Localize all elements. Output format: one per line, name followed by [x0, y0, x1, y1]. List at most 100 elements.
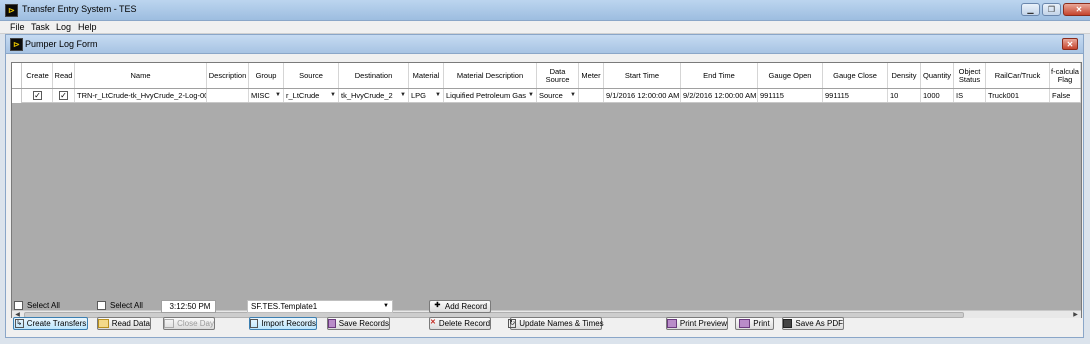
menu-help[interactable]: Help	[78, 22, 97, 32]
menu-log[interactable]: Log	[56, 22, 71, 32]
dropdown-arrow-icon[interactable]: ▼	[434, 89, 442, 102]
read-data-button[interactable]: Read Data	[97, 317, 151, 330]
update-names-label: Update Names & Times	[519, 319, 604, 328]
material-description-value: Liquified Petroleum Gas	[446, 91, 527, 100]
update-icon: ↻	[508, 319, 517, 328]
create-transfers-button[interactable]: ↳ Create Transfers	[13, 317, 88, 330]
col-header-flag[interactable]: f-calcula Flag	[1050, 63, 1081, 88]
col-header-name[interactable]: Name	[75, 63, 207, 88]
col-header-end-time[interactable]: End Time	[681, 63, 758, 88]
scroll-right-icon[interactable]: ▶	[1071, 311, 1080, 319]
save-records-icon	[328, 319, 336, 328]
cell-create[interactable]: ✓	[23, 89, 53, 102]
row-selector[interactable]	[12, 89, 22, 103]
col-header-railcar-truck[interactable]: RailCar/Truck	[986, 63, 1050, 88]
window-title: Transfer Entry System - TES	[22, 4, 137, 14]
import-records-button[interactable]: Import Records	[249, 317, 317, 330]
save-as-pdf-button[interactable]: Save As PDF	[782, 317, 844, 330]
log-data-grid[interactable]: Create Read Name Description Group Sourc…	[11, 62, 1082, 318]
cell-description[interactable]	[207, 89, 249, 102]
cell-material-description[interactable]: Liquified Petroleum Gas ▼	[444, 89, 537, 102]
col-header-source[interactable]: Source	[284, 63, 339, 88]
col-header-read[interactable]: Read	[53, 63, 75, 88]
cell-destination[interactable]: tk_HvyCrude_2 ▼	[339, 89, 409, 102]
col-header-gauge-close[interactable]: Gauge Close	[823, 63, 888, 88]
child-titlebar: ⊳ Pumper Log Form ✕	[6, 35, 1083, 54]
col-header-create[interactable]: Create	[23, 63, 53, 88]
cell-data-source[interactable]: Source ▼	[537, 89, 579, 102]
dropdown-arrow-icon[interactable]: ▼	[399, 89, 407, 102]
cell-meter[interactable]	[579, 89, 604, 102]
col-header-meter[interactable]: Meter	[579, 63, 604, 88]
chevron-down-icon[interactable]: ▼	[383, 301, 389, 312]
create-checkbox[interactable]: ✓	[33, 91, 42, 100]
cell-start-time[interactable]: 9/1/2016 12:00:00 AM	[604, 89, 681, 102]
col-header-gauge-open[interactable]: Gauge Open	[758, 63, 823, 88]
minimize-icon[interactable]: ▁	[1021, 3, 1040, 16]
col-header-destination[interactable]: Destination	[339, 63, 409, 88]
read-checkbox[interactable]: ✓	[59, 91, 68, 100]
child-close-icon[interactable]: ✕	[1062, 38, 1078, 50]
select-all-create[interactable]: Select All	[14, 301, 60, 310]
col-header-start-time[interactable]: Start Time	[604, 63, 681, 88]
cell-flag[interactable]: False	[1050, 89, 1081, 102]
select-all-read[interactable]: Select All	[97, 301, 143, 310]
group-value: MISC	[251, 91, 270, 100]
cell-object-status[interactable]: IS	[954, 89, 986, 102]
cell-quantity[interactable]: 1000	[921, 89, 954, 102]
add-record-button[interactable]: ✚ Add Record	[429, 300, 491, 313]
cell-name[interactable]: TRN-r_LtCrude-tk_HvyCrude_2-Log-001	[75, 89, 207, 102]
col-header-material[interactable]: Material	[409, 63, 444, 88]
time-field[interactable]: 3:12:50 PM	[161, 300, 216, 313]
material-value: LPG	[411, 91, 427, 100]
close-day-icon	[164, 319, 175, 328]
cell-group[interactable]: MISC ▼	[249, 89, 284, 102]
save-pdf-label: Save As PDF	[795, 319, 843, 328]
add-record-label: Add Record	[444, 302, 488, 311]
select-all-create-checkbox[interactable]	[14, 301, 23, 310]
col-header-group[interactable]: Group	[249, 63, 284, 88]
dropdown-arrow-icon[interactable]: ▼	[274, 89, 282, 102]
select-all-read-label: Select All	[110, 301, 143, 310]
create-transfers-label: Create Transfers	[26, 319, 87, 328]
window-titlebar: ⊳ Transfer Entry System - TES ▁ ❐ ✕	[0, 0, 1090, 21]
cell-density[interactable]: 10	[888, 89, 921, 102]
table-row[interactable]: ✓ ✓ TRN-r_LtCrude-tk_HvyCrude_2-Log-001 …	[12, 89, 1081, 103]
close-day-button[interactable]: Close Day	[163, 317, 215, 330]
delete-record-button[interactable]: ✕ Delete Record	[429, 317, 491, 330]
col-header-material-description[interactable]: Material Description	[444, 63, 537, 88]
close-day-label: Close Day	[177, 319, 214, 328]
close-icon[interactable]: ✕	[1063, 3, 1090, 16]
template-select[interactable]: SF.TES.Template1 ▼	[247, 300, 393, 313]
menu-task[interactable]: Task	[31, 22, 50, 32]
dropdown-arrow-icon[interactable]: ▼	[527, 89, 535, 102]
print-preview-button[interactable]: Print Preview	[666, 317, 728, 330]
cell-gauge-open[interactable]: 991115	[758, 89, 823, 102]
delete-record-label: Delete Record	[438, 319, 491, 328]
grid-corner-cell	[12, 63, 22, 88]
cell-railcar-truck[interactable]: Truck001	[986, 89, 1050, 102]
read-data-label: Read Data	[111, 319, 150, 328]
cell-read[interactable]: ✓	[53, 89, 75, 102]
col-header-data-source[interactable]: Data Source	[537, 63, 579, 88]
select-all-read-checkbox[interactable]	[97, 301, 106, 310]
print-preview-label: Print Preview	[679, 319, 727, 328]
cell-source[interactable]: r_LtCrude ▼	[284, 89, 339, 102]
read-data-icon	[98, 319, 109, 328]
dropdown-arrow-icon[interactable]: ▼	[329, 89, 337, 102]
col-header-description[interactable]: Description	[207, 63, 249, 88]
maximize-icon[interactable]: ❐	[1042, 3, 1061, 16]
cell-gauge-close[interactable]: 991115	[823, 89, 888, 102]
print-button[interactable]: Print	[735, 317, 774, 330]
col-header-quantity[interactable]: Quantity	[921, 63, 954, 88]
col-header-density[interactable]: Density	[888, 63, 921, 88]
menu-file[interactable]: File	[10, 22, 25, 32]
cell-end-time[interactable]: 9/2/2016 12:00:00 AM	[681, 89, 758, 102]
col-header-object-status[interactable]: Object Status	[954, 63, 986, 88]
grid-header: Create Read Name Description Group Sourc…	[12, 63, 1081, 89]
cell-material[interactable]: LPG ▼	[409, 89, 444, 102]
dropdown-arrow-icon[interactable]: ▼	[569, 89, 577, 102]
save-records-button[interactable]: Save Records	[327, 317, 390, 330]
update-names-times-button[interactable]: ↻ Update Names & Times	[508, 317, 604, 330]
add-record-icon: ✚	[434, 302, 441, 309]
